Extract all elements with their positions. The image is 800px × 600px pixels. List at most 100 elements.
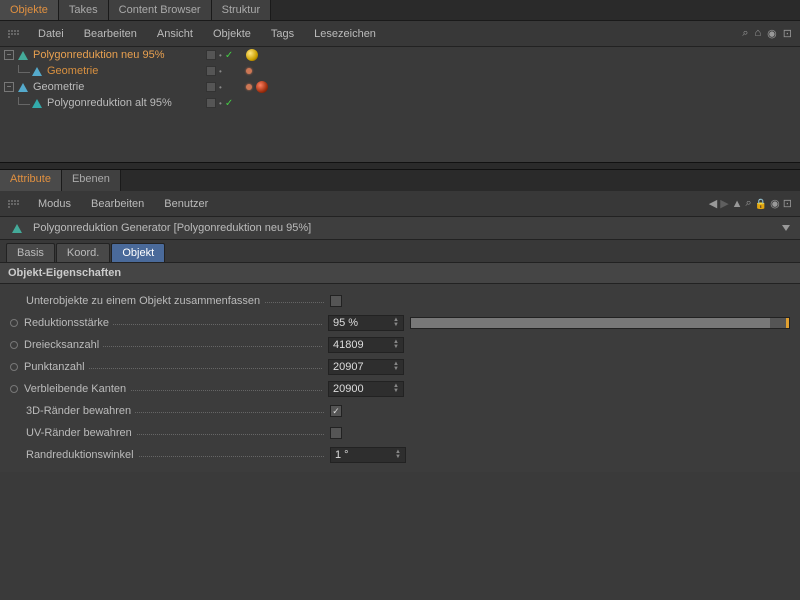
menu-bearbeiten-attr[interactable]: Bearbeiten (81, 196, 154, 212)
prop-keep-uv-borders: UV-Ränder bewahren (10, 422, 790, 444)
generator-title: Polygonreduktion Generator [Polygonreduk… (33, 222, 311, 234)
expand-toggle-icon[interactable]: − (4, 82, 14, 92)
enabled-check-icon[interactable]: ✓ (225, 98, 233, 109)
tree-label[interactable]: Polygonreduktion neu 95% (33, 49, 164, 61)
arrow-down-icon[interactable] (782, 225, 790, 231)
prop-point-count: Punktanzahl 20907▲▼ (10, 356, 790, 378)
spinner-icon[interactable]: ▲▼ (393, 362, 399, 372)
checkbox-uv-borders[interactable] (330, 427, 342, 439)
mode-tab-basis[interactable]: Basis (6, 243, 55, 262)
mode-tab-koord[interactable]: Koord. (56, 243, 110, 262)
tree-row-polyreduce-new[interactable]: − Polygonreduktion neu 95% • ✓ (0, 47, 800, 63)
anim-spacer (10, 297, 20, 305)
spinner-icon[interactable]: ▲▼ (395, 450, 401, 460)
nav-fwd-icon[interactable]: ▶ (720, 197, 728, 210)
tree-row-geometrie-child[interactable]: Geometrie • (0, 63, 800, 79)
tree-label[interactable]: Polygonreduktion alt 95% (47, 97, 172, 109)
prop-triangle-count: Dreiecksanzahl 41809▲▼ (10, 334, 790, 356)
anim-spacer (10, 451, 20, 459)
phong-tag-icon[interactable] (246, 84, 252, 90)
object-properties: Unterobjekte zu einem Objekt zusammenfas… (0, 284, 800, 472)
maximize-icon[interactable]: ⊡ (783, 27, 792, 40)
generator-icon (16, 48, 30, 62)
search-icon[interactable]: ⌕ (746, 197, 752, 210)
generator-icon (10, 221, 24, 235)
visibility-dots-icon[interactable]: • (219, 99, 222, 108)
input-remaining-edges[interactable]: 20900▲▼ (328, 381, 404, 397)
object-toolbar-right: ⌕ ⌂ ◉ ⊡ (742, 27, 792, 40)
prop-reduction-strength: Reduktionsstärke 95 %▲▼ (10, 312, 790, 334)
anim-dot-icon[interactable] (10, 363, 18, 371)
visibility-dots-icon[interactable]: • (219, 51, 222, 60)
mode-tabs: Basis Koord. Objekt (0, 240, 800, 263)
anim-dot-icon[interactable] (10, 319, 18, 327)
tree-row-geometrie-root[interactable]: − Geometrie • (0, 79, 800, 95)
prop-label: Dreiecksanzahl (24, 339, 103, 351)
input-triangle-count[interactable]: 41809▲▼ (328, 337, 404, 353)
layer-tag-icon[interactable] (206, 82, 216, 92)
layer-tag-icon[interactable] (206, 98, 216, 108)
visibility-dots-icon[interactable]: • (219, 67, 222, 76)
eye-icon[interactable]: ◉ (767, 27, 777, 40)
tree-label[interactable]: Geometrie (47, 65, 98, 77)
spinner-icon[interactable]: ▲▼ (393, 384, 399, 394)
panel-divider[interactable] (0, 162, 800, 170)
input-edge-angle[interactable]: 1 °▲▼ (330, 447, 406, 463)
tab-struktur[interactable]: Struktur (212, 0, 272, 20)
material-tag-red-icon[interactable] (256, 81, 268, 93)
menu-objekte[interactable]: Objekte (203, 26, 261, 42)
prop-label: Unterobjekte zu einem Objekt zusammenfas… (26, 295, 264, 307)
menu-bearbeiten[interactable]: Bearbeiten (74, 26, 147, 42)
layer-tag-icon[interactable] (206, 50, 216, 60)
new-window-icon[interactable]: ◉ (770, 197, 780, 210)
layer-tag-icon[interactable] (206, 66, 216, 76)
search-icon[interactable]: ⌕ (742, 27, 748, 40)
anim-spacer (10, 407, 20, 415)
attribute-tabs: Attribute Ebenen (0, 170, 800, 191)
attribute-menubar: Modus Bearbeiten Benutzer ◀ ▶ ▲ ⌕ ◉ ⊡ (0, 191, 800, 217)
prop-label: 3D-Ränder bewahren (26, 405, 135, 417)
tab-attribute[interactable]: Attribute (0, 170, 62, 191)
slider-reduction-strength[interactable] (410, 317, 790, 329)
prop-label: Verbleibende Kanten (24, 383, 130, 395)
top-window-tabs: Objekte Takes Content Browser Struktur (0, 0, 800, 21)
phong-tag-icon[interactable] (246, 68, 252, 74)
tree-row-polyreduce-old[interactable]: Polygonreduktion alt 95% • ✓ (0, 95, 800, 111)
tab-objekte[interactable]: Objekte (0, 0, 59, 20)
enabled-check-icon[interactable]: ✓ (225, 50, 233, 61)
menu-lesezeichen[interactable]: Lesezeichen (304, 26, 386, 42)
grip-icon (8, 30, 20, 38)
object-tree: − Polygonreduktion neu 95% • ✓ Geometrie… (0, 47, 800, 162)
lock-icon[interactable] (755, 198, 767, 210)
prop-label: Reduktionsstärke (24, 317, 113, 329)
anim-dot-icon[interactable] (10, 385, 18, 393)
input-point-count[interactable]: 20907▲▼ (328, 359, 404, 375)
menu-benutzer[interactable]: Benutzer (154, 196, 218, 212)
checkbox-3d-borders[interactable] (330, 405, 342, 417)
nav-back-icon[interactable]: ◀ (709, 197, 717, 210)
tree-branch-icon (18, 65, 30, 73)
prop-label: UV-Ränder bewahren (26, 427, 136, 439)
tab-takes[interactable]: Takes (59, 0, 109, 20)
menu-ansicht[interactable]: Ansicht (147, 26, 203, 42)
menu-datei[interactable]: Datei (28, 26, 74, 42)
maximize-icon[interactable]: ⊡ (783, 197, 792, 210)
tree-branch-icon (18, 97, 30, 105)
spinner-icon[interactable]: ▲▼ (393, 318, 399, 328)
spinner-icon[interactable]: ▲▼ (393, 340, 399, 350)
tree-label[interactable]: Geometrie (33, 81, 84, 93)
tab-ebenen[interactable]: Ebenen (62, 170, 121, 191)
input-reduction-strength[interactable]: 95 %▲▼ (328, 315, 404, 331)
mode-tab-objekt[interactable]: Objekt (111, 243, 165, 262)
menu-tags[interactable]: Tags (261, 26, 304, 42)
prop-merge-subobjects: Unterobjekte zu einem Objekt zusammenfas… (10, 290, 790, 312)
visibility-dots-icon[interactable]: • (219, 83, 222, 92)
material-tag-yellow-icon[interactable] (246, 49, 258, 61)
anim-dot-icon[interactable] (10, 341, 18, 349)
expand-toggle-icon[interactable]: − (4, 50, 14, 60)
tab-content-browser[interactable]: Content Browser (109, 0, 212, 20)
checkbox-merge-subobjects[interactable] (330, 295, 342, 307)
home-icon[interactable]: ⌂ (755, 27, 762, 40)
menu-modus[interactable]: Modus (28, 196, 81, 212)
nav-up-icon[interactable]: ▲ (732, 198, 743, 210)
